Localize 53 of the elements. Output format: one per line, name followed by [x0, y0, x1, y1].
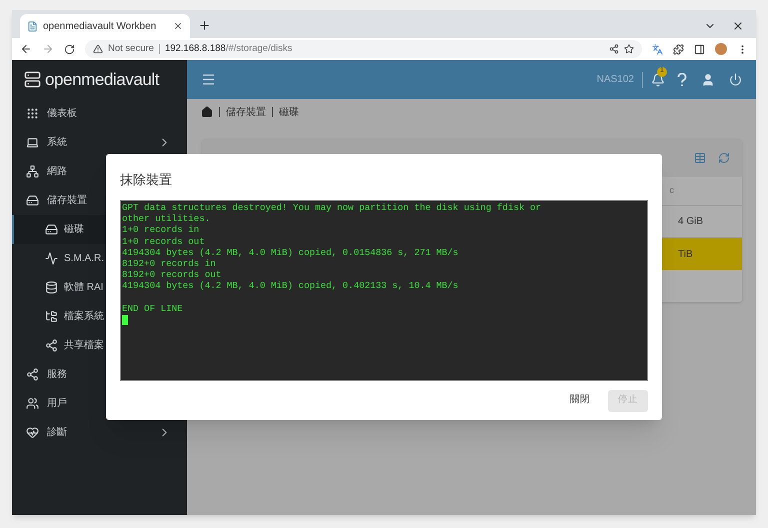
help-icon[interactable]	[677, 72, 687, 86]
terminal-line: END OF LINE	[122, 302, 183, 314]
sidebar-item[interactable]: 共享檔案	[12, 331, 187, 360]
extensions-icon[interactable]	[673, 44, 684, 54]
breadcrumb-item[interactable]: 儲存裝置	[226, 104, 266, 120]
share-icon	[45, 339, 58, 352]
hostname: NAS102	[596, 73, 634, 87]
favicon-icon	[27, 20, 38, 32]
user-icon[interactable]	[701, 72, 715, 86]
sidebar-item[interactable]: 系統	[12, 128, 187, 157]
home-icon[interactable]	[201, 106, 213, 118]
terminal-line: 8192+0 records out	[122, 269, 222, 280]
terminal-line: GPT data structures destroyed! You may now partition the disk using fdisk or	[122, 202, 542, 214]
terminal-line: 8192+0 records in	[122, 258, 216, 270]
drive-icon	[26, 194, 39, 207]
dialog-title: 抹除裝置	[120, 171, 173, 189]
bookmark-icon[interactable]	[624, 44, 634, 54]
logo-icon	[24, 71, 41, 88]
heart-pulse-icon	[26, 426, 39, 439]
tree-icon	[45, 310, 58, 323]
menu-icon[interactable]	[201, 72, 216, 87]
url-text: 192.168.8.188/#/storage/disks	[164, 42, 292, 56]
power-icon[interactable]	[729, 73, 742, 86]
sidebar-item[interactable]: 儀表板	[12, 99, 187, 128]
reload-icon[interactable]	[64, 44, 75, 54]
share-icon[interactable]	[609, 44, 619, 54]
sidebar-item[interactable]: 診斷	[12, 418, 187, 447]
side-panel-icon[interactable]	[694, 44, 705, 54]
close-tab-icon[interactable]	[173, 21, 183, 31]
terminal-cursor	[122, 315, 128, 326]
share-icon	[26, 368, 39, 381]
sidebar-item[interactable]: 服務	[12, 360, 187, 389]
sidebar-item[interactable]: 用戶	[12, 389, 187, 418]
users-icon	[26, 397, 39, 410]
terminal-line: 4194304 bytes (4.2 MB, 4.0 MiB) copied, 0.402133 s, 10.4 MB/s	[122, 280, 458, 292]
close-window-icon[interactable]	[732, 20, 744, 32]
profile-avatar[interactable]	[715, 43, 727, 55]
terminal-line: 4194304 bytes (4.2 MB, 4.0 MiB) copied, 0.0154836 s, 271 MB/s	[122, 246, 458, 258]
column-header: c	[670, 184, 674, 198]
warning-icon	[93, 44, 103, 54]
grid-icon	[26, 107, 39, 120]
database-icon	[45, 281, 58, 294]
browser-tab[interactable]: openmediavault Workben	[20, 14, 190, 38]
laptop-icon	[26, 136, 39, 149]
back-icon[interactable]	[20, 43, 32, 55]
new-tab-icon[interactable]	[198, 19, 211, 32]
pulse-icon	[45, 252, 58, 265]
address-bar[interactable]: Not secure 192.168.8.188/#/storage/disks	[85, 40, 642, 58]
breadcrumb-item[interactable]: 磁碟	[279, 104, 299, 120]
notifications-icon[interactable]	[651, 72, 665, 86]
translate-icon[interactable]	[652, 44, 663, 54]
network-icon	[26, 165, 39, 178]
logo-text: openmediavault	[45, 68, 160, 91]
